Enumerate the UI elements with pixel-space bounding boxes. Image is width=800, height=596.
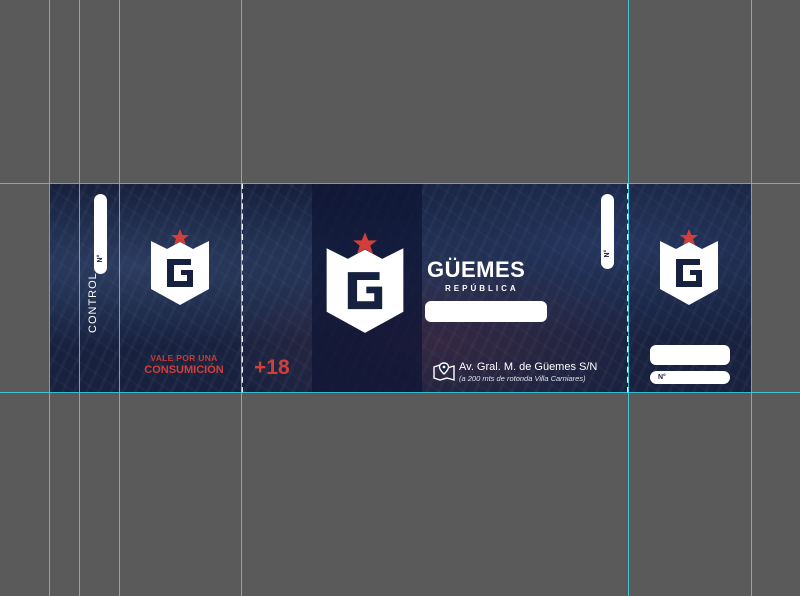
logo-icon <box>658 229 720 307</box>
logo-icon <box>149 229 211 307</box>
guide-line <box>0 183 800 184</box>
vale-text-line1: VALE POR UNA <box>150 353 218 363</box>
logo-icon <box>324 231 406 337</box>
brand-subtitle: REPÚBLICA <box>445 284 519 293</box>
name-field <box>425 301 547 322</box>
guide-line <box>241 0 242 596</box>
map-pin-icon <box>433 361 455 386</box>
age-restriction: +18 <box>254 356 290 379</box>
number-pill: N° <box>601 194 614 269</box>
address-text: Av. Gral. M. de Güemes S/N <box>459 361 598 373</box>
guide-line <box>119 0 120 596</box>
stub-field <box>650 345 730 365</box>
brand-name: GÜEMES <box>427 257 526 282</box>
stub-number-label: N° <box>658 374 666 381</box>
stub-number-pill: N° <box>650 371 730 384</box>
guide-line <box>751 0 752 596</box>
address-note: (a 200 mts de rotonda Villa Carniares) <box>459 374 586 383</box>
guide-line <box>628 0 629 596</box>
ticket-artwork: N° CONTROL VALE POR UNA CONSUMICIÓN +18 … <box>49 183 752 393</box>
guide-line <box>79 0 80 596</box>
guide-line <box>0 392 800 393</box>
number-label: N° <box>97 254 104 263</box>
control-label: CONTROL <box>87 272 99 333</box>
number-label: N° <box>604 249 611 258</box>
guide-line <box>49 0 50 596</box>
number-pill: N° <box>94 194 107 274</box>
vale-text-line2: CONSUMICIÓN <box>144 364 224 376</box>
